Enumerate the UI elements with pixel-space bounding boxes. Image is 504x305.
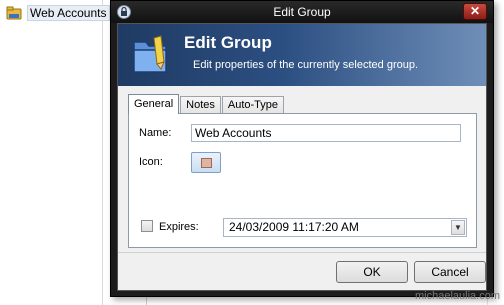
window-title: Edit Group [273,5,331,19]
ok-button[interactable]: OK [336,261,408,283]
close-button[interactable]: ✕ [463,3,487,20]
tab-notes[interactable]: Notes [180,96,221,114]
folder-icon [6,5,22,21]
icon-picker-button[interactable] [191,152,221,173]
banner-subtitle: Edit properties of the currently selecte… [193,59,419,71]
watermark: michaelaulia.com [415,290,500,302]
general-tab-panel: Name: Web Accounts Icon: Expires: 24/03/… [128,113,477,248]
close-icon: ✕ [469,4,481,18]
expires-date-value: 24/03/2009 11:17:20 AM [229,220,359,234]
chevron-down-icon[interactable]: ▼ [451,220,465,235]
tab-auto-type[interactable]: Auto-Type [221,96,285,114]
name-label: Name: [139,127,172,139]
icon-label: Icon: [139,156,163,168]
edit-group-dialog: Edit Group ✕ Edit Group Edit properties … [110,0,494,297]
button-separator [118,252,486,253]
cancel-button[interactable]: Cancel [414,261,486,283]
tab-strip: General Notes Auto-Type [128,94,285,114]
tree-item-web-accounts[interactable]: Web Accounts [6,4,110,22]
expires-label: Expires: [159,221,199,233]
title-bar[interactable]: Edit Group ✕ [111,1,493,23]
tree-pane-divider [102,0,103,305]
group-image-icon [201,158,212,168]
group-icon [130,32,170,76]
expires-date-picker[interactable]: 24/03/2009 11:17:20 AM ▼ [223,218,467,237]
banner-title: Edit Group [184,33,272,52]
background-divider [146,296,147,305]
tab-general[interactable]: General [128,94,180,114]
expires-checkbox[interactable] [141,220,153,232]
name-field[interactable]: Web Accounts [191,124,461,142]
header-banner: Edit Group Edit properties of the curren… [118,24,486,86]
dialog-client-area: Edit Group Edit properties of the curren… [117,23,487,291]
tree-item-label: Web Accounts [27,5,110,21]
